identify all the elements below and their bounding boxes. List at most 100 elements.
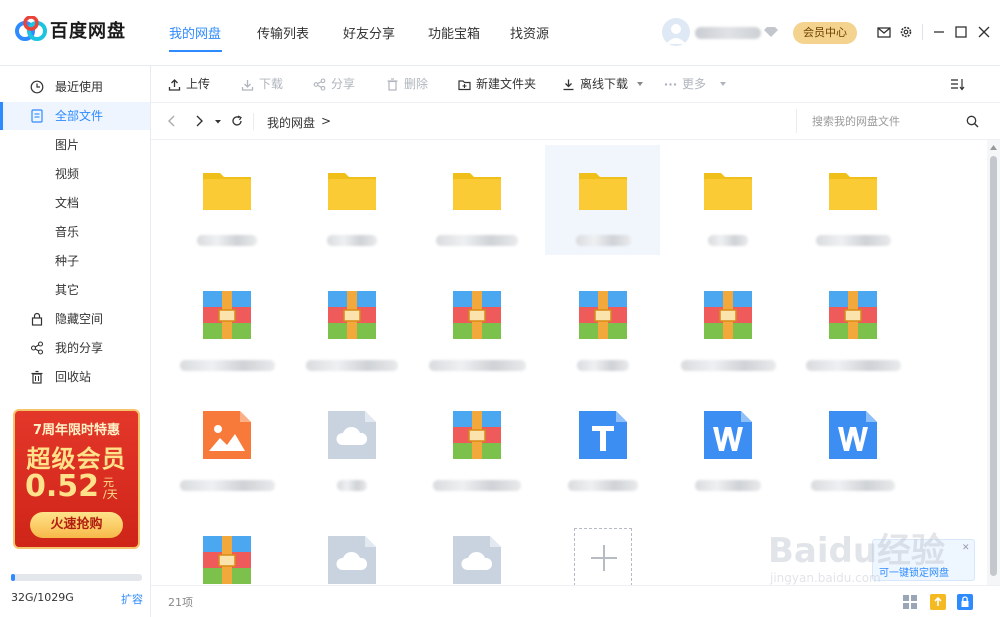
tab-my-netdisk[interactable]: 我的网盘 <box>169 23 221 42</box>
download-icon <box>563 79 574 91</box>
grid-view-icon[interactable] <box>902 594 918 610</box>
lock-hint-popup[interactable]: ✕ 可一键锁定网盘 <box>872 539 975 581</box>
file-item[interactable] <box>169 390 284 500</box>
upload-button[interactable]: 上传 <box>168 66 218 103</box>
tab-toolbox[interactable]: 功能宝箱 <box>428 23 480 42</box>
tab-friend-share[interactable]: 好友分享 <box>343 23 395 42</box>
file-item[interactable] <box>670 390 785 500</box>
expand-storage-link[interactable]: 扩容 <box>121 591 143 607</box>
toolbar: 上传 下载 分享 删除 新建文件夹 离线下载 更多 <box>151 66 1000 103</box>
trash-icon <box>387 78 398 91</box>
close-icon[interactable] <box>977 25 991 39</box>
chevron-down-icon[interactable] <box>637 82 643 87</box>
new-folder-button[interactable]: 新建文件夹 <box>458 66 546 103</box>
search-input[interactable] <box>796 109 986 133</box>
download-icon <box>241 80 254 91</box>
file-item[interactable] <box>419 390 534 500</box>
file-name-blurred <box>708 235 748 246</box>
sidebar-item-music[interactable]: 音乐 <box>0 218 150 246</box>
delete-button[interactable]: 删除 <box>386 66 436 103</box>
sidebar-item-torrents[interactable]: 种子 <box>0 247 150 275</box>
promo-buy-button[interactable]: 火速抢购 <box>30 512 123 538</box>
breadcrumb[interactable]: 我的网盘 <box>267 114 315 131</box>
download-button[interactable]: 下载 <box>241 66 291 103</box>
sort-icon[interactable] <box>950 78 965 91</box>
scrollbar[interactable] <box>987 140 1000 585</box>
add-item-button[interactable] <box>574 528 632 585</box>
promo-banner[interactable]: 7周年限时特惠 超级会员 0.52 元 /天 火速抢购 <box>13 409 140 549</box>
file-item[interactable] <box>419 515 534 585</box>
sidebar-item-hidden-space[interactable]: 隐藏空间 <box>0 305 150 333</box>
lock-icon[interactable] <box>957 594 973 610</box>
sidebar-item-label: 全部文件 <box>55 109 104 123</box>
search-icon[interactable] <box>966 115 979 128</box>
sidebar-item-label: 回收站 <box>55 370 92 384</box>
scroll-thumb[interactable] <box>990 156 997 576</box>
minimize-icon[interactable] <box>932 25 946 39</box>
sidebar-item-recycle-bin[interactable]: 回收站 <box>0 363 150 391</box>
sidebar-item-videos[interactable]: 视频 <box>0 160 150 188</box>
refresh-icon[interactable] <box>231 115 243 127</box>
close-icon[interactable]: ✕ <box>962 543 970 553</box>
file-item[interactable] <box>169 515 284 585</box>
word-doc-icon <box>828 410 878 460</box>
more-button[interactable]: 更多 <box>664 66 716 103</box>
back-icon[interactable] <box>166 115 178 127</box>
path-divider <box>253 113 254 130</box>
file-name-blurred <box>695 480 761 491</box>
gear-icon[interactable] <box>899 25 913 39</box>
folder-item[interactable] <box>419 145 534 255</box>
lock-hint-text: 可一键锁定网盘 <box>879 568 949 579</box>
vip-center-button[interactable]: 会员中心 <box>793 22 857 44</box>
chevron-down-icon[interactable] <box>214 115 222 127</box>
document-icon <box>31 109 43 123</box>
sidebar-item-recent[interactable]: 最近使用 <box>0 73 150 101</box>
sidebar-item-documents[interactable]: 文档 <box>0 189 150 217</box>
sidebar-item-images[interactable]: 图片 <box>0 131 150 159</box>
archive-icon <box>327 290 377 340</box>
promo-unit: 元 /天 <box>103 477 118 501</box>
file-name-blurred <box>811 480 895 491</box>
file-item[interactable] <box>795 270 910 380</box>
archive-icon <box>452 290 502 340</box>
file-name-blurred <box>433 480 521 491</box>
folder-item[interactable] <box>545 145 660 255</box>
delete-label: 删除 <box>404 77 429 91</box>
file-item[interactable] <box>545 270 660 380</box>
scroll-up-icon[interactable] <box>990 145 997 150</box>
file-name-blurred <box>436 235 518 246</box>
file-name-blurred <box>568 480 638 491</box>
item-count: 21项 <box>168 596 193 609</box>
folder-item[interactable] <box>294 145 409 255</box>
file-item[interactable] <box>169 270 284 380</box>
sidebar-item-my-shares[interactable]: 我的分享 <box>0 334 150 362</box>
file-item[interactable] <box>294 390 409 500</box>
upload-queue-icon[interactable] <box>930 594 946 610</box>
sidebar-item-label: 图片 <box>55 138 80 152</box>
share-button[interactable]: 分享 <box>313 66 363 103</box>
offline-download-button[interactable]: 离线下载 <box>562 66 642 103</box>
upload-icon <box>168 79 181 91</box>
image-file-icon <box>202 410 252 460</box>
folder-icon <box>828 165 878 215</box>
tab-find-resources[interactable]: 找资源 <box>510 23 549 42</box>
sidebar-item-all-files[interactable]: 全部文件 <box>0 102 150 130</box>
file-item[interactable] <box>670 270 785 380</box>
folder-item[interactable] <box>795 145 910 255</box>
chevron-down-icon[interactable] <box>720 82 726 87</box>
sidebar-item-other[interactable]: 其它 <box>0 276 150 304</box>
avatar[interactable] <box>662 18 690 46</box>
status-bar: 21项 <box>151 585 1000 617</box>
maximize-icon[interactable] <box>954 25 968 39</box>
file-item[interactable] <box>795 390 910 500</box>
cloud-file-icon <box>327 410 377 460</box>
file-item[interactable] <box>294 270 409 380</box>
tab-transfer-list[interactable]: 传输列表 <box>257 23 309 42</box>
file-item[interactable] <box>545 390 660 500</box>
mail-icon[interactable] <box>877 25 891 39</box>
folder-item[interactable] <box>169 145 284 255</box>
file-item[interactable] <box>419 270 534 380</box>
file-item[interactable] <box>294 515 409 585</box>
folder-item[interactable] <box>670 145 785 255</box>
forward-icon[interactable] <box>193 115 205 127</box>
